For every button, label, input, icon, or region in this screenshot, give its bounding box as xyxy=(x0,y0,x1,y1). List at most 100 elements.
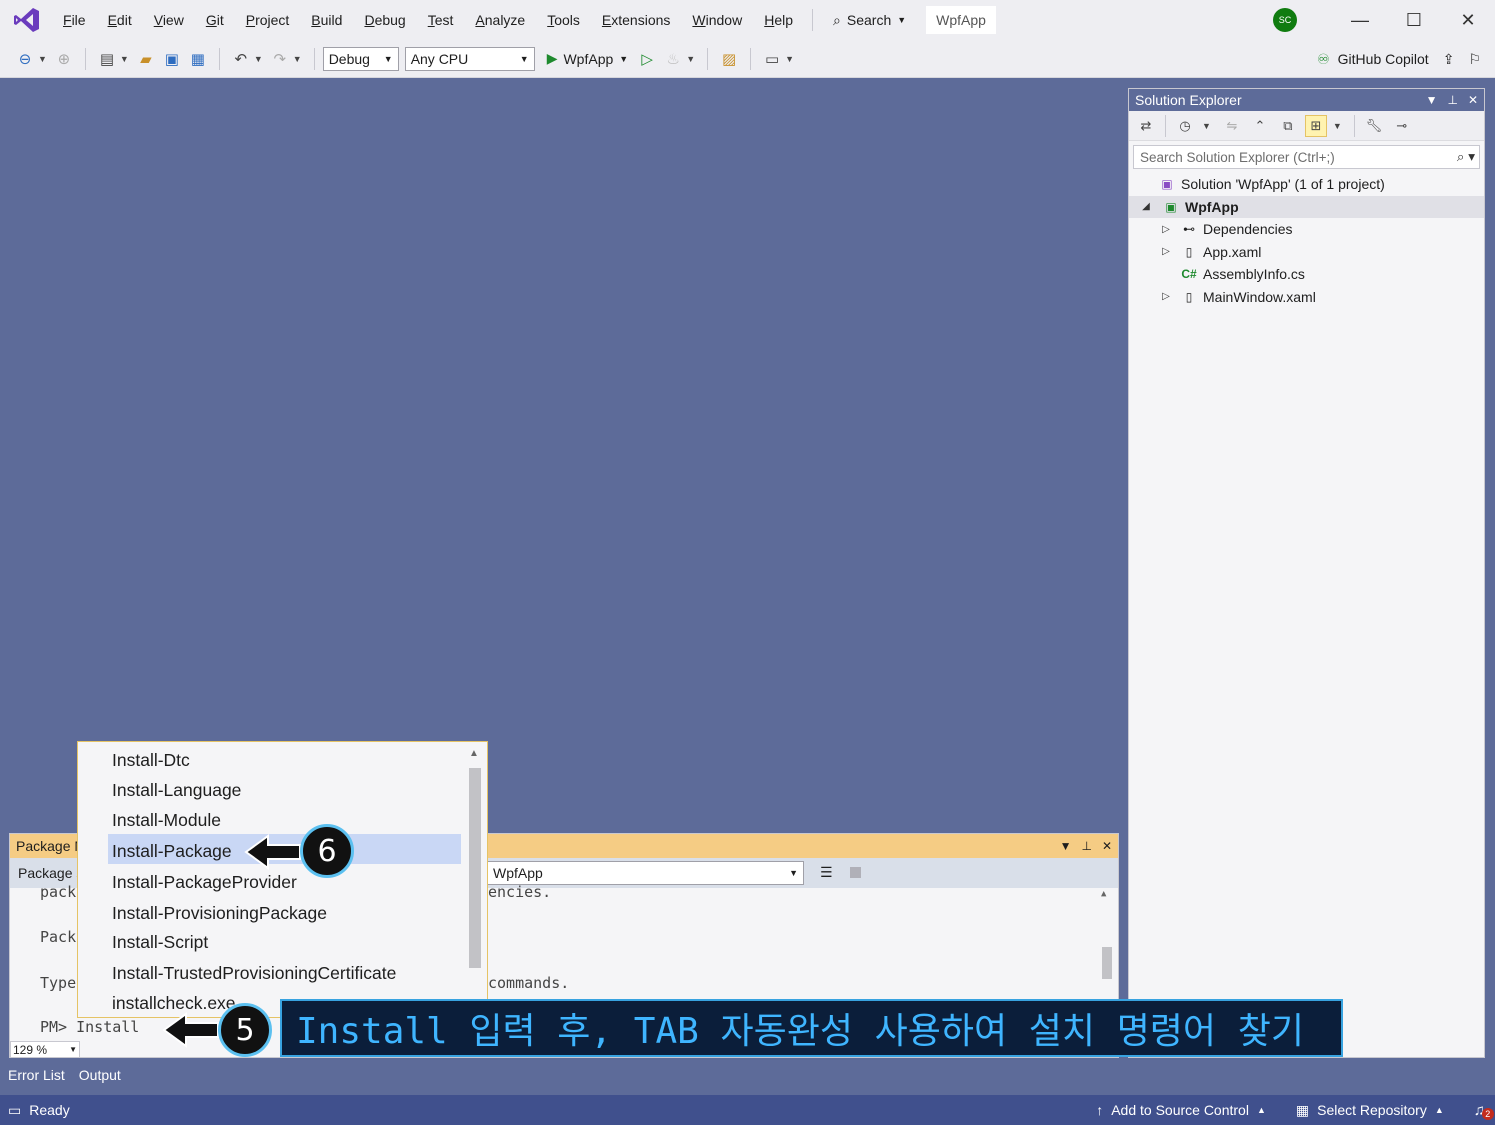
preview-selected-items-icon[interactable]: ⊞ xyxy=(1304,114,1327,137)
menu-build[interactable]: Build xyxy=(300,0,353,40)
autocomplete-item-selected[interactable]: Install-Package xyxy=(112,841,232,862)
switch-views-icon[interactable]: ⇄ xyxy=(1135,115,1157,137)
notifications-bell-icon[interactable]: ♫ 2 xyxy=(1474,1102,1494,1120)
window-layout-icon[interactable]: ▭ xyxy=(759,46,785,72)
tree-item-app-xaml[interactable]: ▷ ▯ App.xaml xyxy=(1129,241,1484,264)
chevron-down-icon[interactable]: ▼ xyxy=(1333,121,1342,131)
tree-item-project[interactable]: ◢ ▣ WpfApp xyxy=(1129,195,1484,218)
start-without-debugging-icon[interactable]: ▷ xyxy=(634,46,660,72)
solution-explorer-panel: Solution Explorer ▼ ⊥ ✕ ⇄ ◷ ▼ ⇋ ⌃ ⧉ ⊞ ▼ … xyxy=(1128,88,1485,1058)
autocomplete-item[interactable]: Install-Module xyxy=(112,810,221,831)
start-debugging-button[interactable]: ▶ WpfApp ▼ xyxy=(547,50,629,67)
menu-edit[interactable]: Edit xyxy=(97,0,143,40)
chevron-down-icon[interactable]: ▼ xyxy=(686,54,695,64)
forward-icon[interactable]: ⊕ xyxy=(51,46,77,72)
find-in-files-icon[interactable]: ▨ xyxy=(716,46,742,72)
chevron-down-icon[interactable]: ▼ xyxy=(38,54,47,64)
chevron-down-icon[interactable]: ▼ xyxy=(785,54,794,64)
new-project-icon[interactable]: ▤ xyxy=(94,46,120,72)
collapse-all-icon[interactable]: ⌃ xyxy=(1249,115,1271,137)
tree-item-mainwindow-xaml[interactable]: ▷ ▯ MainWindow.xaml xyxy=(1129,286,1484,309)
pin-icon[interactable]: ⊥ xyxy=(1081,839,1091,853)
github-copilot-button[interactable]: ♾ GitHub Copilot ⇪ ⚐ xyxy=(1317,40,1481,78)
collapsed-arrow-icon[interactable]: ▷ xyxy=(1159,246,1173,257)
hot-reload-icon[interactable]: ♨ xyxy=(660,46,686,72)
open-folder-icon[interactable]: ▰ xyxy=(133,46,159,72)
search-menu[interactable]: ⌕ Search ▼ xyxy=(821,0,918,40)
collapsed-arrow-icon[interactable]: ▷ xyxy=(1159,291,1173,302)
minimize-button[interactable]: — xyxy=(1333,0,1387,40)
expanded-arrow-icon[interactable]: ◢ xyxy=(1139,201,1153,212)
close-button[interactable]: ✕ xyxy=(1441,0,1495,40)
clear-console-icon[interactable]: ☰ xyxy=(820,864,833,881)
solution-explorer-title: Solution Explorer xyxy=(1135,92,1242,108)
scroll-up-icon[interactable]: ▲ xyxy=(1101,889,1106,899)
chevron-down-icon[interactable]: ▼ xyxy=(120,54,129,64)
tab-output[interactable]: Output xyxy=(79,1062,121,1090)
tree-item-assemblyinfo[interactable]: C# AssemblyInfo.cs xyxy=(1129,263,1484,286)
avatar[interactable]: SC xyxy=(1273,8,1297,32)
dependencies-icon: ⊷ xyxy=(1183,222,1195,237)
tree-item-dependencies[interactable]: ▷ ⊷ Dependencies xyxy=(1129,218,1484,241)
autocomplete-item[interactable]: installcheck.exe xyxy=(112,993,236,1014)
collapsed-arrow-icon[interactable]: ▷ xyxy=(1159,224,1173,235)
configuration-select[interactable]: Debug ▼ xyxy=(322,46,399,71)
chevron-down-icon[interactable]: ▼ xyxy=(293,54,302,64)
maximize-button[interactable]: ☐ xyxy=(1387,0,1441,40)
scroll-thumb[interactable] xyxy=(1102,947,1112,979)
visual-studio-logo-icon[interactable] xyxy=(12,5,42,35)
scroll-thumb[interactable] xyxy=(469,768,481,968)
menu-project[interactable]: Project xyxy=(235,0,301,40)
save-icon[interactable]: ▣ xyxy=(159,46,185,72)
zoom-level-select[interactable]: 129 % ▼ xyxy=(10,1041,80,1058)
tab-error-list[interactable]: Error List xyxy=(8,1062,65,1090)
autocomplete-scrollbar[interactable]: ▲ xyxy=(467,748,481,1013)
stop-command-icon[interactable] xyxy=(850,867,861,878)
close-icon[interactable]: ✕ xyxy=(1468,93,1478,107)
chevron-down-icon[interactable]: ▼ xyxy=(1202,121,1211,131)
pmc-prompt[interactable]: PM> Install xyxy=(40,1018,139,1036)
back-icon[interactable]: ⊖ xyxy=(12,46,38,72)
chevron-up-icon: ▲ xyxy=(1256,1105,1266,1115)
menu-window[interactable]: Window xyxy=(681,0,753,40)
pin-icon[interactable]: ⊥ xyxy=(1447,93,1457,107)
sync-with-document-icon[interactable]: ⇋ xyxy=(1221,115,1243,137)
menu-test[interactable]: Test xyxy=(417,0,465,40)
autocomplete-item[interactable]: Install-Script xyxy=(112,932,208,953)
scroll-up-icon[interactable]: ▲ xyxy=(469,748,479,759)
pmc-scrollbar[interactable]: ▲ xyxy=(1098,889,1114,989)
select-repository-button[interactable]: ▦ Select Repository ▲ xyxy=(1296,1102,1444,1119)
chevron-down-icon[interactable]: ▼ xyxy=(254,54,263,64)
platform-select[interactable]: Any CPU ▼ xyxy=(404,46,535,71)
menu-view[interactable]: View xyxy=(143,0,195,40)
undo-icon[interactable]: ↶ xyxy=(228,46,254,72)
properties-wrench-icon[interactable]: 🔧︎ xyxy=(1363,115,1385,137)
search-icon[interactable]: ⌕ ▾ xyxy=(1457,149,1475,165)
menu-git[interactable]: Git xyxy=(195,0,235,40)
pin-tab-icon[interactable]: ⊸ xyxy=(1391,115,1413,137)
chevron-down-icon[interactable]: ▼ xyxy=(1060,839,1072,853)
autocomplete-item[interactable]: Install-ProvisioningPackage xyxy=(112,903,327,924)
show-all-files-icon[interactable]: ⧉ xyxy=(1277,115,1299,137)
menu-extensions[interactable]: Extensions xyxy=(591,0,682,40)
feedback-icon[interactable]: ⚐ xyxy=(1468,51,1481,68)
menu-analyze[interactable]: Analyze xyxy=(464,0,536,40)
menu-debug[interactable]: Debug xyxy=(353,0,416,40)
solution-explorer-search-input[interactable]: Search Solution Explorer (Ctrl+;) ⌕ ▾ xyxy=(1133,145,1480,169)
autocomplete-item[interactable]: Install-Dtc xyxy=(112,750,190,771)
chevron-down-icon[interactable]: ▼ xyxy=(1426,93,1438,107)
autocomplete-item[interactable]: Install-Language xyxy=(112,780,241,801)
default-project-select[interactable]: WpfApp ▼ xyxy=(487,861,804,885)
close-icon[interactable]: ✕ xyxy=(1102,839,1112,853)
tree-item-solution[interactable]: ▣ Solution 'WpfApp' (1 of 1 project) xyxy=(1129,173,1484,196)
menu-help[interactable]: Help xyxy=(753,0,804,40)
menu-file[interactable]: File xyxy=(52,0,97,40)
pending-changes-filter-icon[interactable]: ◷ xyxy=(1174,115,1196,137)
menu-tools[interactable]: Tools xyxy=(536,0,591,40)
share-icon[interactable]: ⇪ xyxy=(1443,51,1455,68)
save-all-icon[interactable]: ▦ xyxy=(185,46,211,72)
add-to-source-control-button[interactable]: ↑ Add to Source Control ▲ xyxy=(1096,1102,1266,1118)
autocomplete-item[interactable]: Install-PackageProvider xyxy=(112,872,297,893)
autocomplete-item[interactable]: Install-TrustedProvisioningCertificate xyxy=(112,963,396,984)
redo-icon[interactable]: ↷ xyxy=(267,46,293,72)
